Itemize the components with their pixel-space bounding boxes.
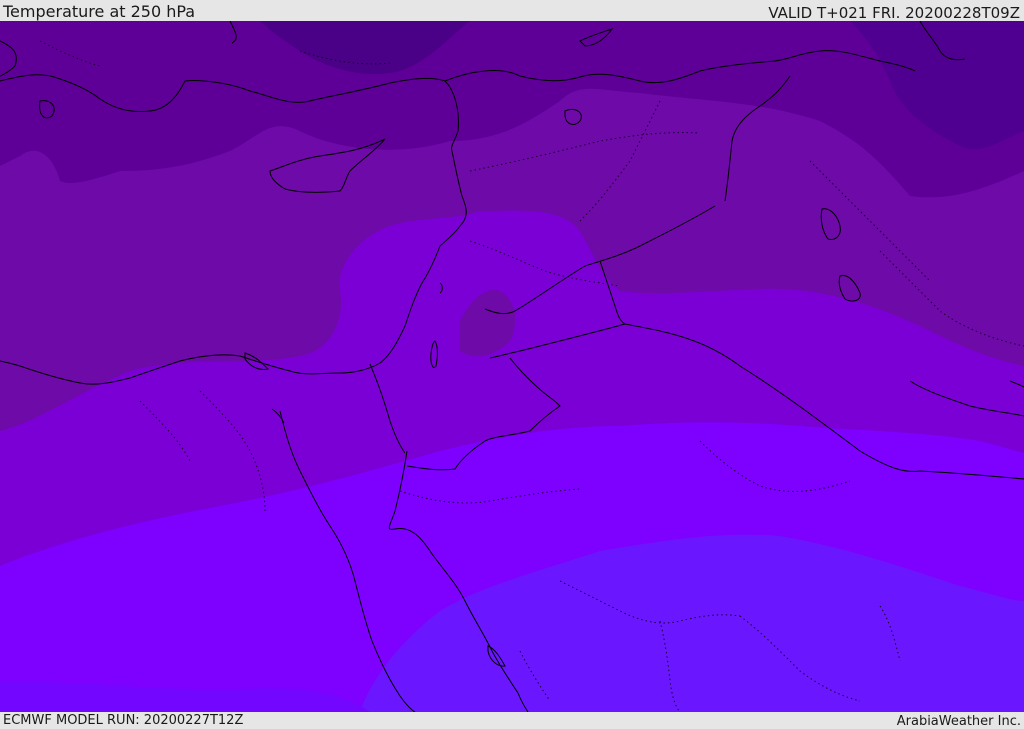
- title-bar: Temperature at 250 hPa VALID T+021 FRI. …: [0, 0, 1024, 21]
- valid-time-label: VALID T+021 FRI. 20200228T09Z: [768, 4, 1020, 22]
- weather-map[interactable]: [0, 21, 1024, 712]
- footer-bar: ECMWF MODEL RUN: 20200227T12Z ArabiaWeat…: [0, 712, 1024, 729]
- model-run-label: ECMWF MODEL RUN: 20200227T12Z: [3, 713, 244, 728]
- credit-label: ArabiaWeather Inc.: [896, 714, 1021, 729]
- map-title: Temperature at 250 hPa: [3, 2, 196, 21]
